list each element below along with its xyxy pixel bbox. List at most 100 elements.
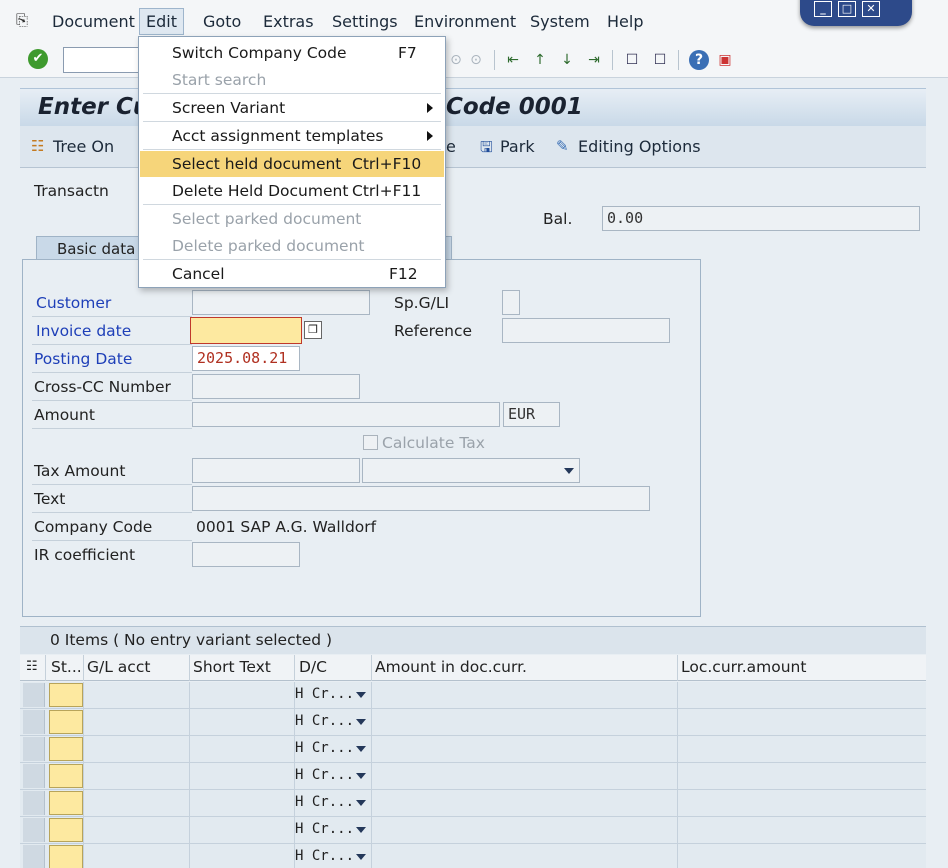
table-row[interactable]: H Cr...: [20, 817, 926, 844]
customize-layout-icon[interactable]: ▣: [715, 50, 735, 70]
table-row[interactable]: H Cr...: [20, 709, 926, 736]
find-icon[interactable]: ⊙: [446, 50, 466, 70]
menu-item-switch-company-code[interactable]: Switch Company Code F7: [140, 40, 444, 66]
status-cell[interactable]: [49, 818, 83, 842]
status-cell[interactable]: [49, 845, 83, 868]
status-cell[interactable]: [49, 683, 83, 707]
text-label: Text: [34, 490, 66, 508]
text-field[interactable]: [192, 486, 650, 511]
status-cell[interactable]: [49, 764, 83, 788]
system-menu-icon[interactable]: ⎘: [16, 11, 36, 29]
table-column-header: ☷ St... G/L acct Short Text D/C Amount i…: [20, 655, 926, 681]
cell-divider: [83, 709, 84, 736]
park-icon: 🖫: [480, 138, 493, 156]
minimize-icon[interactable]: _: [814, 1, 832, 17]
menu-system[interactable]: System: [528, 12, 592, 31]
tax-amount-field[interactable]: [192, 458, 360, 483]
reference-field[interactable]: [502, 318, 670, 343]
row-divider: [32, 400, 192, 401]
table-row[interactable]: H Cr...: [20, 844, 926, 868]
calculate-tax-checkbox[interactable]: [363, 435, 378, 450]
column-amount-doc-currency[interactable]: Amount in doc.curr.: [375, 658, 527, 676]
menu-edit[interactable]: Edit: [139, 8, 184, 35]
row-selector[interactable]: [23, 764, 45, 788]
status-cell[interactable]: [49, 737, 83, 761]
column-status[interactable]: St...: [51, 658, 82, 676]
column-local-currency-amount[interactable]: Loc.curr.amount: [681, 658, 806, 676]
posting-date-field[interactable]: 2025.08.21: [192, 346, 300, 371]
previous-page-icon[interactable]: ↑: [530, 50, 550, 70]
column-gl-account[interactable]: G/L acct: [87, 658, 150, 676]
menu-item-select-held-document[interactable]: Select held document Ctrl+F10: [140, 151, 444, 177]
row-selector[interactable]: [23, 710, 45, 734]
find-next-icon[interactable]: ⊙: [466, 50, 486, 70]
transaction-label: Transactn: [34, 182, 109, 200]
menu-item-select-parked-document: Select parked document: [140, 206, 444, 232]
invoice-date-label: Invoice date: [36, 322, 132, 340]
debit-credit-select[interactable]: H Cr...: [295, 848, 354, 864]
tax-amount-label: Tax Amount: [34, 462, 126, 480]
debit-credit-select[interactable]: H Cr...: [295, 686, 354, 702]
calendar-picker-icon[interactable]: ❐: [304, 321, 322, 339]
table-row[interactable]: H Cr...: [20, 736, 926, 763]
menu-environment[interactable]: Environment: [412, 12, 518, 31]
column-short-text[interactable]: Short Text: [193, 658, 271, 676]
menu-item-delete-held-document[interactable]: Delete Held Document Ctrl+F11: [140, 178, 444, 204]
maximize-icon[interactable]: □: [838, 1, 856, 17]
close-icon[interactable]: ✕: [862, 1, 880, 17]
row-selector[interactable]: [23, 818, 45, 842]
special-gl-field[interactable]: [502, 290, 520, 315]
new-session-icon[interactable]: ☐: [622, 50, 642, 70]
table-row[interactable]: H Cr...: [20, 682, 926, 709]
last-page-icon[interactable]: ⇥: [584, 50, 604, 70]
menu-item-acct-assignment-templates[interactable]: Acct assignment templates: [140, 123, 444, 149]
menu-goto[interactable]: Goto: [201, 12, 243, 31]
customer-field[interactable]: [192, 290, 370, 315]
status-cell[interactable]: [49, 710, 83, 734]
help-icon[interactable]: ?: [689, 50, 709, 70]
debit-credit-select[interactable]: H Cr...: [295, 740, 354, 756]
table-settings-icon[interactable]: ☷: [26, 659, 38, 674]
row-divider: [32, 428, 192, 429]
tax-code-select[interactable]: [362, 458, 580, 483]
debit-credit-select[interactable]: H Cr...: [295, 794, 354, 810]
invoice-date-field[interactable]: [190, 317, 302, 344]
table-row[interactable]: H Cr...: [20, 790, 926, 817]
partial-button-label[interactable]: e: [446, 137, 456, 156]
row-selector[interactable]: [23, 791, 45, 815]
tree-on-button[interactable]: Tree On: [53, 137, 114, 156]
menu-settings[interactable]: Settings: [330, 12, 400, 31]
menu-document[interactable]: Document: [50, 12, 137, 31]
row-selector[interactable]: [23, 683, 45, 707]
shortcut-icon[interactable]: ☐: [650, 50, 670, 70]
cross-cc-field[interactable]: [192, 374, 360, 399]
row-selector[interactable]: [23, 845, 45, 868]
command-field[interactable]: [63, 47, 143, 73]
items-table-title: 0 Items ( No entry variant selected ): [20, 626, 926, 654]
row-selector[interactable]: [23, 737, 45, 761]
debit-credit-select[interactable]: H Cr...: [295, 767, 354, 783]
cell-divider: [83, 790, 84, 817]
enter-check-icon[interactable]: ✔: [28, 49, 48, 69]
next-page-icon[interactable]: ↓: [557, 50, 577, 70]
title-right: Code 0001: [446, 94, 583, 120]
menu-item-start-search: Start search: [140, 67, 444, 93]
debit-credit-select[interactable]: H Cr...: [295, 821, 354, 837]
first-page-icon[interactable]: ⇤: [503, 50, 523, 70]
editing-options-button[interactable]: Editing Options: [578, 137, 701, 156]
park-button[interactable]: Park: [500, 137, 535, 156]
menu-item-cancel[interactable]: Cancel F12: [140, 261, 444, 287]
menu-help[interactable]: Help: [605, 12, 645, 31]
status-cell[interactable]: [49, 791, 83, 815]
ir-coefficient-field[interactable]: [192, 542, 300, 567]
debit-credit-select[interactable]: H Cr...: [295, 713, 354, 729]
cell-divider: [83, 682, 84, 709]
amount-field[interactable]: [192, 402, 500, 427]
table-row[interactable]: H Cr...: [20, 763, 926, 790]
cell-divider: [189, 844, 190, 868]
menu-extras[interactable]: Extras: [261, 12, 316, 31]
menu-item-screen-variant[interactable]: Screen Variant: [140, 95, 444, 121]
window-controls: _ □ ✕: [800, 0, 912, 26]
tab-basic-data[interactable]: Basic data: [36, 236, 140, 260]
column-debit-credit[interactable]: D/C: [299, 658, 327, 676]
